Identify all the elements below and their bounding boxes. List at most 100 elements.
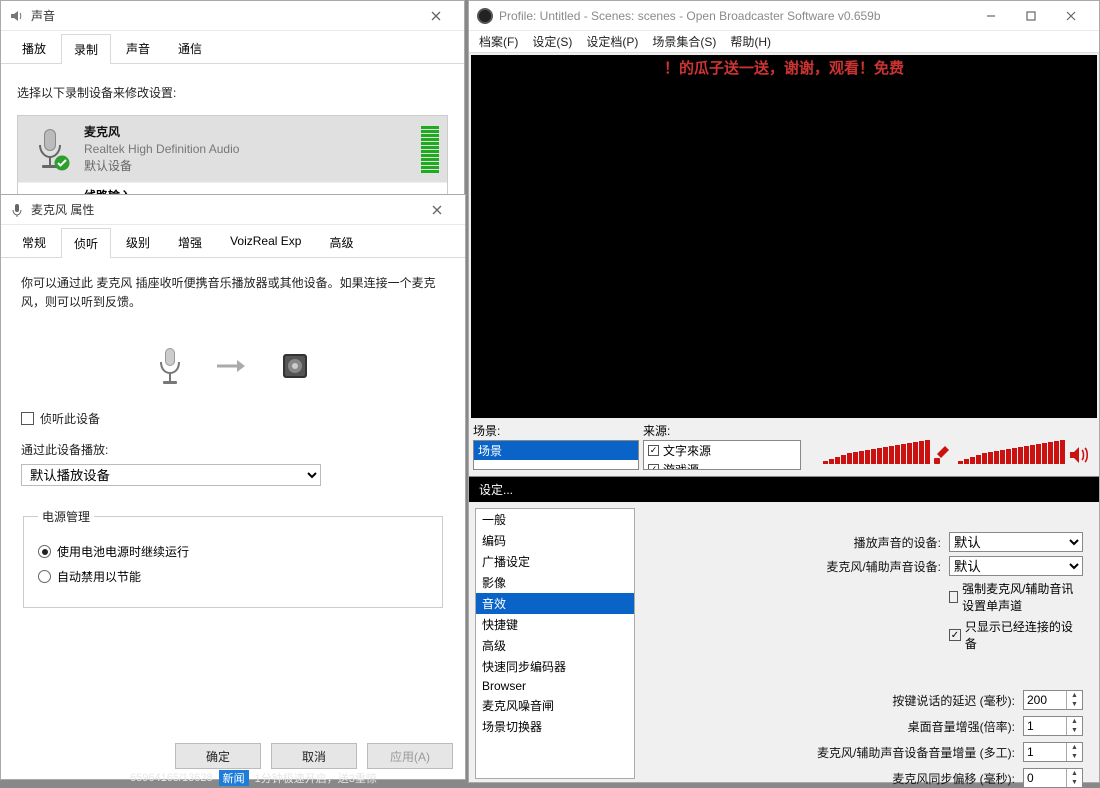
- tab-voizreal[interactable]: VoizReal Exp: [217, 227, 314, 257]
- sources-listbox[interactable]: ✓ 文字來源 ✓ 游戏源: [643, 440, 801, 470]
- spin-up-icon[interactable]: ▲: [1067, 743, 1082, 752]
- close-icon[interactable]: [416, 1, 456, 30]
- tab-enhance[interactable]: 增强: [165, 227, 215, 257]
- obs-titlebar[interactable]: Profile: Untitled - Scenes: scenes - Ope…: [469, 1, 1099, 31]
- obs-icon: [477, 8, 493, 24]
- settings-item-video[interactable]: 影像: [476, 572, 634, 593]
- settings-item-encoding[interactable]: 编码: [476, 530, 634, 551]
- ptt-delay-input[interactable]: [1024, 691, 1066, 709]
- maximize-icon[interactable]: [1011, 1, 1051, 30]
- power-option-disable[interactable]: 自动禁用以节能: [38, 568, 428, 585]
- mic-sync-input[interactable]: [1024, 769, 1066, 787]
- spin-down-icon[interactable]: ▼: [1067, 726, 1082, 735]
- checkbox-icon[interactable]: [21, 412, 34, 425]
- level-meter: [421, 125, 439, 173]
- obs-preview[interactable]: ！的瓜子送一送，谢谢，观看！免费: [471, 55, 1097, 418]
- radio-icon[interactable]: [38, 545, 51, 558]
- taskbar-strip: 65964165/13628 新闻 1分钟极速开启，送3重惊: [130, 770, 377, 786]
- menu-file[interactable]: 档案(F): [479, 33, 518, 50]
- power-option-continue[interactable]: 使用电池电源时继续运行: [38, 543, 428, 560]
- settings-item-scene-switcher[interactable]: 场景切换器: [476, 716, 634, 737]
- settings-categories[interactable]: 一般 编码 广播设定 影像 音效 快捷键 高级 快速同步编码器 Browser …: [475, 508, 635, 779]
- checkbox-icon[interactable]: ✓: [949, 629, 961, 641]
- settings-item-general[interactable]: 一般: [476, 509, 634, 530]
- spin-down-icon[interactable]: ▼: [1067, 752, 1082, 761]
- recording-devices-list[interactable]: 麦克风 Realtek High Definition Audio 默认设备 线…: [17, 115, 448, 205]
- ok-button[interactable]: 确定: [175, 743, 261, 769]
- force-mono-row[interactable]: 强制麦克风/辅助音讯设置单声道: [949, 580, 1083, 614]
- settings-item-qsv[interactable]: 快速同步编码器: [476, 656, 634, 677]
- sources-panel: 来源: ✓ 文字來源 ✓ 游戏源: [643, 422, 801, 470]
- scenes-label: 场景:: [473, 422, 639, 439]
- microphone-icon[interactable]: [934, 444, 950, 464]
- news-badge[interactable]: 新闻: [219, 770, 249, 786]
- apply-button[interactable]: 应用(A): [367, 743, 453, 769]
- checkbox-icon[interactable]: ✓: [648, 445, 659, 456]
- speaker-icon[interactable]: [1069, 446, 1089, 464]
- desktop-gain-spinner[interactable]: ▲▼: [1023, 716, 1083, 736]
- power-opt2-label: 自动禁用以节能: [57, 568, 141, 585]
- menu-profiles[interactable]: 设定档(P): [586, 33, 638, 50]
- tab-advanced[interactable]: 高级: [316, 227, 366, 257]
- spin-down-icon[interactable]: ▼: [1067, 700, 1082, 709]
- settings-item-audio[interactable]: 音效: [476, 593, 634, 614]
- mic-mixer[interactable]: [823, 440, 950, 464]
- settings-form-audio: 播放声音的设备: 默认 麦克风/辅助声音设备: 默认 强制麦克风/辅助音讯设置单…: [641, 502, 1099, 785]
- ptt-delay-spinner[interactable]: ▲▼: [1023, 690, 1083, 710]
- desktop-mixer[interactable]: [958, 440, 1089, 464]
- spin-up-icon[interactable]: ▲: [1067, 691, 1082, 700]
- checkbox-icon[interactable]: [949, 591, 958, 603]
- only-connected-row[interactable]: ✓ 只显示已经连接的设备: [949, 618, 1083, 652]
- tab-levels[interactable]: 级别: [113, 227, 163, 257]
- tab-playback[interactable]: 播放: [9, 33, 59, 63]
- mic-gain-input[interactable]: [1024, 743, 1066, 761]
- arrow-right-icon: [215, 358, 249, 374]
- sources-label: 来源:: [643, 422, 801, 439]
- device-name: 麦克风: [84, 124, 413, 141]
- device-driver: Realtek High Definition Audio: [84, 141, 413, 158]
- sound-titlebar[interactable]: 声音: [1, 1, 464, 31]
- ptt-delay-label: 按键说话的延迟 (毫秒):: [649, 692, 1023, 709]
- settings-item-noise-gate[interactable]: 麦克风噪音闸: [476, 695, 634, 716]
- spin-up-icon[interactable]: ▲: [1067, 717, 1082, 726]
- mic-sync-spinner[interactable]: ▲▼: [1023, 768, 1083, 788]
- tab-communications[interactable]: 通信: [165, 33, 215, 63]
- taskbar-numbers: 65964165/13628: [130, 772, 213, 784]
- menu-help[interactable]: 帮助(H): [730, 33, 771, 50]
- source-item[interactable]: ✓ 文字來源: [644, 441, 800, 460]
- desktop-gain-input[interactable]: [1024, 717, 1066, 735]
- settings-item-advanced[interactable]: 高级: [476, 635, 634, 656]
- tab-listen[interactable]: 侦听: [61, 228, 111, 258]
- close-icon[interactable]: [1051, 1, 1091, 30]
- menu-settings[interactable]: 设定(S): [532, 33, 572, 50]
- cancel-button[interactable]: 取消: [271, 743, 357, 769]
- settings-item-broadcast[interactable]: 广播设定: [476, 551, 634, 572]
- obs-settings-dialog: 设定... 一般 编码 广播设定 影像 音效 快捷键 高级 快速同步编码器 Br…: [469, 476, 1099, 782]
- source-item[interactable]: ✓ 游戏源: [644, 460, 800, 470]
- mic-gain-spinner[interactable]: ▲▼: [1023, 742, 1083, 762]
- menu-scene-collection[interactable]: 场景集合(S): [652, 33, 716, 50]
- scenes-listbox[interactable]: 场景: [473, 440, 639, 470]
- playback-device-select[interactable]: 默认: [949, 532, 1083, 552]
- mic-titlebar[interactable]: 麦克风 属性: [1, 195, 465, 225]
- spin-up-icon[interactable]: ▲: [1067, 769, 1082, 778]
- tab-sounds[interactable]: 声音: [113, 33, 163, 63]
- radio-icon[interactable]: [38, 570, 51, 583]
- listen-checkbox-row[interactable]: 侦听此设备: [21, 410, 445, 427]
- mic-device-select[interactable]: 默认: [949, 556, 1083, 576]
- checkbox-icon[interactable]: ✓: [648, 464, 659, 470]
- close-icon[interactable]: [417, 195, 457, 224]
- mic-device-label: 麦克风/辅助声音设备:: [649, 558, 949, 575]
- settings-item-hotkeys[interactable]: 快捷键: [476, 614, 634, 635]
- mic-body: 你可以通过此 麦克风 插座收听便携音乐播放器或其他设备。如果连接一个麦克风，则可…: [1, 258, 465, 624]
- tab-recording[interactable]: 录制: [61, 34, 111, 64]
- device-row[interactable]: 麦克风 Realtek High Definition Audio 默认设备: [18, 116, 447, 183]
- minimize-icon[interactable]: [971, 1, 1011, 30]
- settings-titlebar[interactable]: 设定...: [469, 477, 1099, 502]
- playthrough-select[interactable]: 默认播放设备: [21, 464, 321, 486]
- tab-general[interactable]: 常规: [9, 227, 59, 257]
- mic-sync-label: 麦克风同步偏移 (毫秒):: [649, 770, 1023, 787]
- sound-tabs: 播放 录制 声音 通信: [1, 31, 464, 64]
- scene-item[interactable]: 场景: [474, 441, 638, 460]
- settings-item-browser[interactable]: Browser: [476, 677, 634, 695]
